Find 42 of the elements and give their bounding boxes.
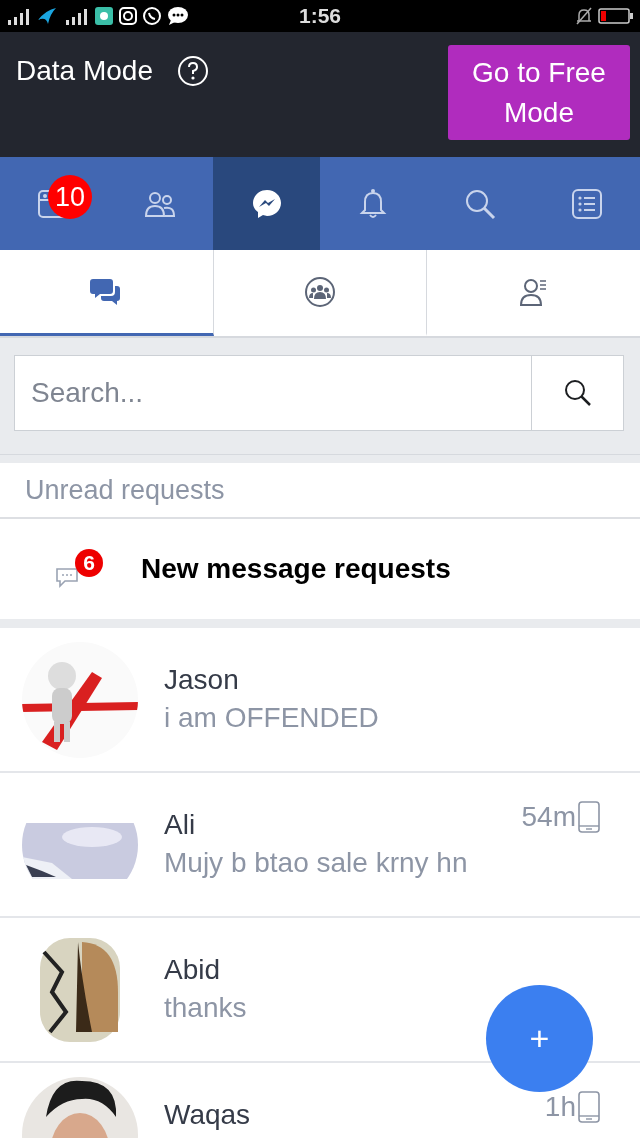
conversation-row[interactable]: Ali Mujy b btao sale krny hn 54m (0, 773, 640, 918)
nav-tab[interactable]: 10 (0, 157, 107, 250)
free-mode-button[interactable]: Go to Free Mode (448, 45, 630, 140)
phone-icon (578, 1091, 600, 1123)
count-badge: 10 (48, 175, 92, 219)
conversation-row[interactable]: Jason i am OFFENDED (0, 628, 640, 773)
message-requests-row[interactable]: 6 New message requests (0, 519, 640, 628)
camera-icon (118, 6, 138, 26)
phone-bubble-icon (142, 6, 162, 26)
clock-time: 1:56 (299, 4, 341, 28)
help-icon[interactable] (176, 55, 209, 87)
group-icon (304, 275, 336, 308)
contact-name: Abid (164, 954, 222, 986)
chat-bubbles-icon (90, 276, 123, 307)
data-mode-title: Data Mode (16, 55, 153, 87)
new-message-button[interactable]: + (486, 985, 593, 1092)
message-preview: i am OFFENDED (164, 702, 380, 734)
signal-icon (64, 6, 90, 26)
message-preview: thanks (164, 992, 248, 1024)
friends-icon (144, 189, 176, 218)
phone-icon (578, 801, 600, 833)
nav-tab[interactable] (213, 157, 320, 250)
bell-icon (359, 187, 388, 220)
contact-name: Waqas (164, 1099, 252, 1131)
search-icon (464, 187, 496, 220)
menu-icon (571, 188, 602, 219)
contact-name: Jason (164, 664, 240, 696)
search-button[interactable] (532, 355, 624, 431)
count-badge: 6 (75, 549, 103, 577)
battery-icon (598, 7, 634, 25)
signal-icon (6, 6, 32, 26)
messenger-icon (250, 187, 283, 220)
contact-name: Ali (164, 809, 197, 841)
section-label: Unread requests (25, 474, 225, 506)
message-time: 1h (544, 1091, 576, 1123)
message-time: 54m (521, 801, 576, 833)
bell-off-icon (574, 6, 594, 26)
chat-icon (166, 6, 190, 26)
message-preview: Mujy b btao sale krny hn (164, 847, 469, 879)
contacts-icon (518, 276, 549, 307)
app-icon (94, 6, 114, 26)
search-field[interactable]: Search... (14, 355, 532, 431)
